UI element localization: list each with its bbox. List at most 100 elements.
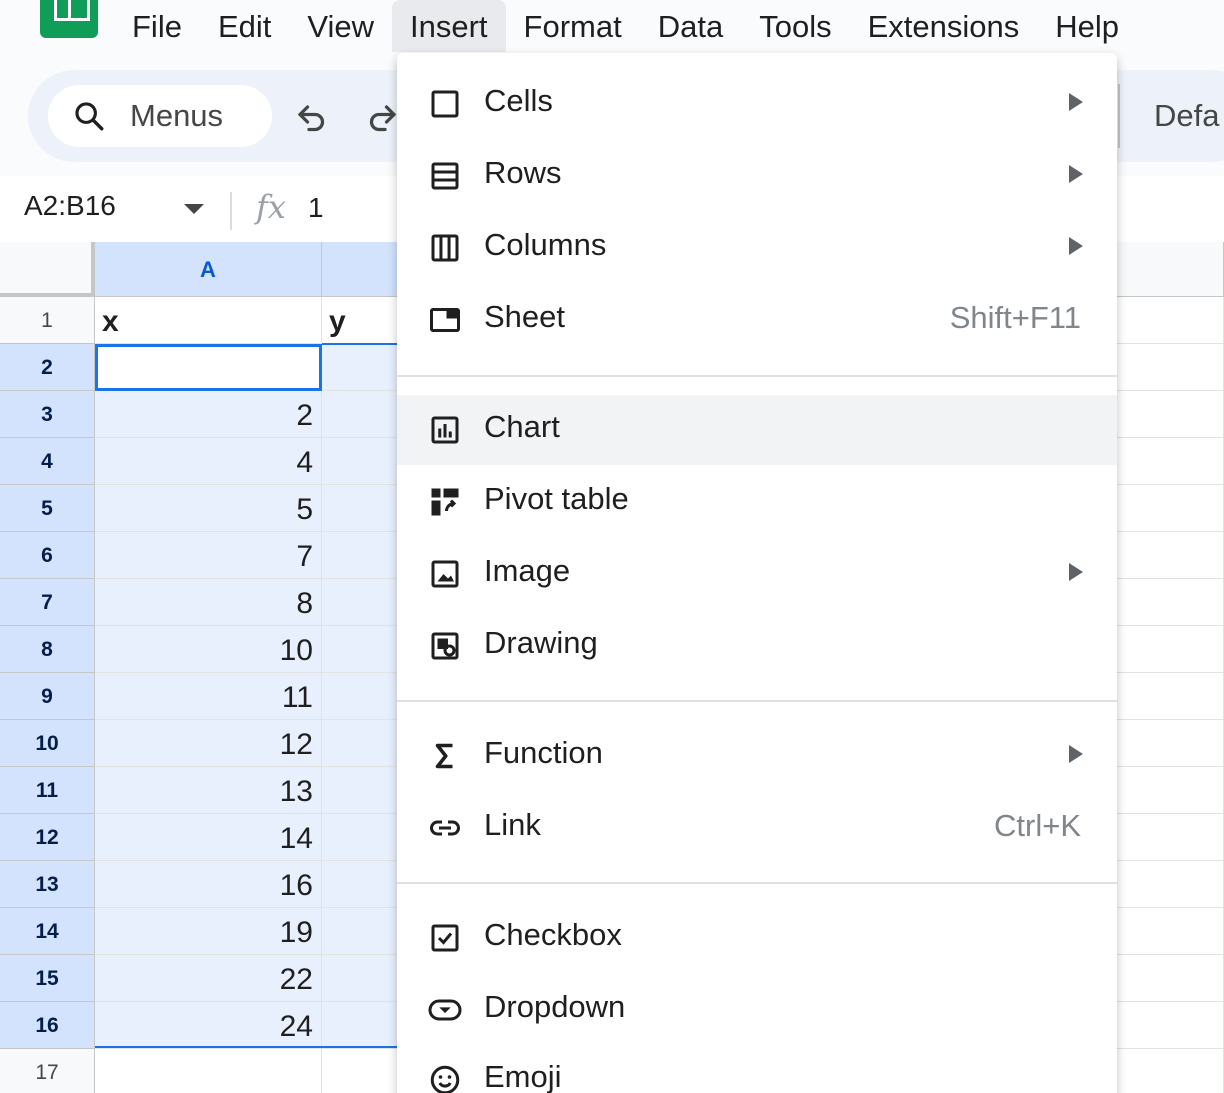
cell-a[interactable] — [95, 1049, 322, 1093]
row-header[interactable]: 8 — [0, 626, 95, 673]
menu-item-image[interactable]: Image — [397, 539, 1117, 609]
cell-other[interactable] — [1116, 344, 1224, 391]
cell-other[interactable] — [1116, 1002, 1224, 1049]
cell-a[interactable]: 7 — [95, 532, 322, 579]
cell-b[interactable] — [322, 438, 402, 485]
cell-a[interactable]: 24 — [95, 1002, 322, 1049]
cell-other[interactable] — [1116, 579, 1224, 626]
row-header[interactable]: 16 — [0, 1002, 95, 1049]
cell-other[interactable] — [1116, 626, 1224, 673]
menu-edit[interactable]: Edit — [200, 0, 289, 52]
cell-other[interactable] — [1116, 720, 1224, 767]
cell-a[interactable]: x — [95, 297, 322, 344]
row-header[interactable]: 13 — [0, 861, 95, 908]
menu-tools[interactable]: Tools — [741, 0, 849, 52]
menu-item-checkbox[interactable]: Checkbox — [397, 903, 1117, 973]
row-header[interactable]: 3 — [0, 391, 95, 438]
row-header[interactable]: 10 — [0, 720, 95, 767]
menu-item-columns[interactable]: Columns — [397, 213, 1117, 283]
select-all-corner[interactable] — [0, 242, 95, 297]
cell-a[interactable]: 12 — [95, 720, 322, 767]
menu-item-sheet[interactable]: Sheet Shift+F11 — [397, 285, 1117, 355]
name-box[interactable]: A2:B16 — [24, 190, 116, 222]
cell-other[interactable] — [1116, 391, 1224, 438]
menu-data[interactable]: Data — [640, 0, 741, 52]
cell-other[interactable] — [1116, 1049, 1224, 1093]
column-header-resize[interactable] — [1116, 242, 1224, 297]
search-menus-button[interactable]: Menus — [48, 85, 272, 147]
menu-extensions[interactable]: Extensions — [850, 0, 1038, 52]
row-header[interactable]: 11 — [0, 767, 95, 814]
row-header[interactable]: 5 — [0, 485, 95, 532]
menu-format[interactable]: Format — [506, 0, 640, 52]
cell-b[interactable] — [322, 1002, 402, 1049]
row-header[interactable]: 12 — [0, 814, 95, 861]
cell-a[interactable]: 19 — [95, 908, 322, 955]
column-header-a[interactable]: A — [95, 242, 322, 297]
cell-a[interactable]: 10 — [95, 626, 322, 673]
cell-other[interactable] — [1116, 955, 1224, 1002]
cell-a[interactable]: 11 — [95, 673, 322, 720]
menu-view[interactable]: View — [289, 0, 392, 52]
cell-other[interactable] — [1116, 814, 1224, 861]
cell-other[interactable] — [1116, 767, 1224, 814]
cell-b[interactable] — [322, 767, 402, 814]
cell-other[interactable] — [1116, 438, 1224, 485]
cell-other[interactable] — [1116, 297, 1224, 344]
row-header[interactable]: 2 — [0, 344, 95, 391]
cell-a[interactable]: 22 — [95, 955, 322, 1002]
formula-input[interactable]: 1 — [308, 192, 324, 224]
cell-b[interactable] — [322, 344, 402, 391]
column-header-b[interactable] — [322, 242, 402, 297]
cell-b[interactable] — [322, 532, 402, 579]
cell-b[interactable] — [322, 861, 402, 908]
cell-a[interactable]: 16 — [95, 861, 322, 908]
row-header[interactable]: 4 — [0, 438, 95, 485]
cell-other[interactable] — [1116, 485, 1224, 532]
menu-item-emoji[interactable]: Emoji — [397, 1045, 1117, 1093]
row-header[interactable]: 17 — [0, 1049, 95, 1093]
row-header[interactable]: 7 — [0, 579, 95, 626]
row-header[interactable]: 15 — [0, 955, 95, 1002]
undo-icon[interactable] — [294, 98, 330, 134]
cell-b[interactable] — [322, 391, 402, 438]
cell-b[interactable] — [322, 485, 402, 532]
cell-b[interactable] — [322, 673, 402, 720]
cell-a[interactable]: 5 — [95, 485, 322, 532]
cell-b[interactable] — [322, 955, 402, 1002]
menu-item-drawing[interactable]: Drawing — [397, 611, 1117, 681]
cell-a[interactable]: 13 — [95, 767, 322, 814]
cell-other[interactable] — [1116, 861, 1224, 908]
menu-item-dropdown[interactable]: Dropdown — [397, 975, 1117, 1045]
row-header[interactable]: 1 — [0, 297, 95, 344]
cell-a[interactable]: 4 — [95, 438, 322, 485]
row-header[interactable]: 9 — [0, 673, 95, 720]
cell-b[interactable]: y — [322, 297, 402, 344]
cell-b[interactable] — [322, 579, 402, 626]
cell-other[interactable] — [1116, 532, 1224, 579]
cell-b[interactable] — [322, 1049, 402, 1093]
row-header[interactable]: 14 — [0, 908, 95, 955]
cell-a[interactable]: 2 — [95, 391, 322, 438]
menu-help[interactable]: Help — [1037, 0, 1137, 52]
cell-b[interactable] — [322, 626, 402, 673]
redo-icon[interactable] — [364, 98, 400, 134]
menu-item-pivot-table[interactable]: Pivot table — [397, 467, 1117, 537]
menu-item-link[interactable]: Link Ctrl+K — [397, 793, 1117, 863]
cell-other[interactable] — [1116, 908, 1224, 955]
menu-item-chart[interactable]: Chart — [397, 395, 1117, 465]
menu-item-rows[interactable]: Rows — [397, 141, 1117, 211]
cell-a[interactable]: 14 — [95, 814, 322, 861]
cell-b[interactable] — [322, 814, 402, 861]
sheets-logo-icon[interactable] — [40, 0, 98, 38]
font-selector[interactable]: Defa — [1118, 84, 1219, 148]
row-header[interactable]: 6 — [0, 532, 95, 579]
cell-other[interactable] — [1116, 673, 1224, 720]
menu-item-function[interactable]: Function — [397, 721, 1117, 791]
name-box-dropdown-icon[interactable] — [184, 204, 204, 214]
cell-b[interactable] — [322, 908, 402, 955]
cell-a[interactable]: 8 — [95, 579, 322, 626]
menu-insert[interactable]: Insert — [392, 0, 506, 52]
menu-item-cells[interactable]: Cells — [397, 69, 1117, 139]
cell-b[interactable] — [322, 720, 402, 767]
